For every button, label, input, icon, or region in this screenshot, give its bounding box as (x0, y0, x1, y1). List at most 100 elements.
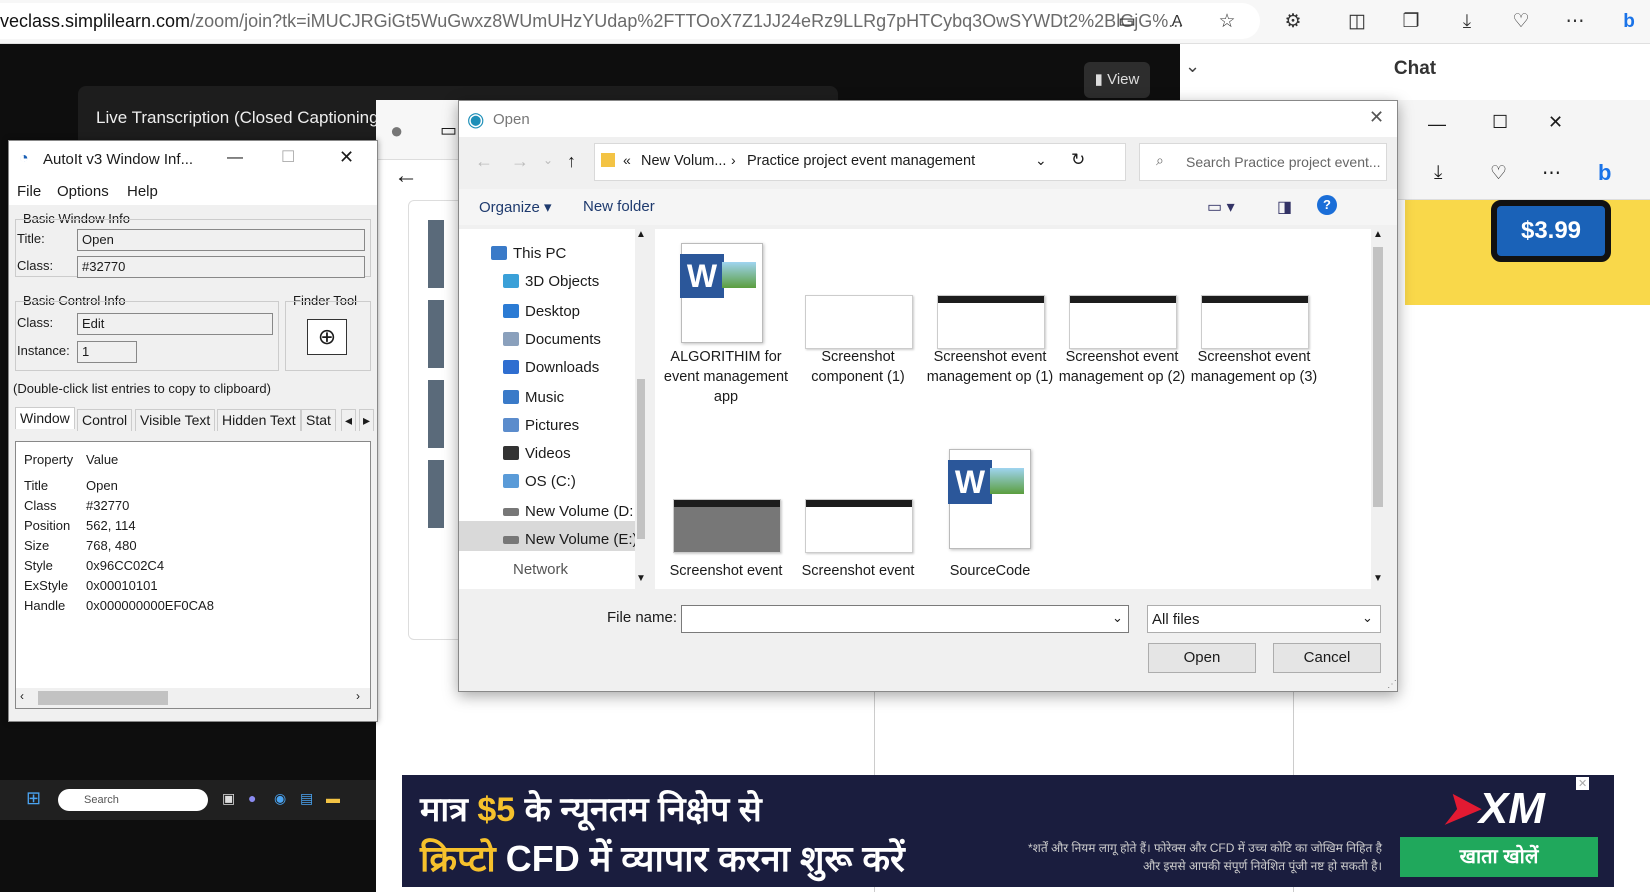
nav-item-os-c[interactable]: OS (C:) (503, 473, 576, 490)
back-arrow-icon[interactable]: ← (475, 151, 493, 172)
more-icon[interactable]: ⋯ (1558, 6, 1592, 38)
file-scrollbar[interactable]: ▲ ▼ (1371, 229, 1385, 589)
bing-icon[interactable]: b (1598, 160, 1611, 186)
instance-field[interactable]: 1 (77, 341, 137, 363)
list-item[interactable]: Handle 0x000000000EF0CA8 (24, 598, 214, 613)
taskbar-search[interactable]: Search (58, 789, 208, 811)
scroll-down-icon[interactable]: ▼ (1373, 573, 1383, 584)
search-box[interactable]: ⌕ Search Practice project event... (1139, 143, 1387, 181)
menu-options[interactable]: Options (57, 183, 109, 200)
tab-visible-text[interactable]: Visible Text (135, 409, 216, 431)
up-arrow-icon[interactable]: ↑ (567, 151, 576, 172)
downloads-icon[interactable]: ⤓ (1434, 162, 1442, 184)
ad-close-icon[interactable]: ✕ (1576, 777, 1590, 790)
menu-help[interactable]: Help (127, 183, 158, 200)
nav-item-downloads[interactable]: Downloads (503, 359, 599, 376)
forward-arrow-icon[interactable]: → (511, 151, 529, 172)
health-icon[interactable]: ♡ (1490, 162, 1507, 185)
scrollbar-thumb[interactable] (637, 379, 645, 539)
open-button[interactable]: Open (1148, 643, 1256, 673)
side-tile-2[interactable] (428, 300, 444, 368)
scroll-up-icon[interactable]: ▲ (636, 229, 646, 240)
new-folder-button[interactable]: New folder (583, 198, 655, 215)
scroll-right-icon[interactable]: › (356, 689, 360, 703)
nav-scrollbar[interactable]: ▲ ▼ (635, 229, 647, 589)
nav-item-network[interactable]: Network (459, 561, 635, 575)
store-icon[interactable]: ▤ (300, 790, 313, 807)
nav-item-new-volume-e[interactable]: New Volume (E:) (503, 531, 638, 548)
nav-item-this-pc[interactable]: This PC (491, 245, 566, 262)
chevron-down-icon[interactable]: ⌄ (1362, 610, 1373, 626)
read-aloud-icon[interactable]: A (1160, 6, 1194, 38)
preview-pane-icon[interactable]: ◨ (1277, 197, 1292, 217)
horizontal-scrollbar[interactable]: ‹ › (16, 688, 370, 708)
filename-input[interactable]: ⌄ (681, 605, 1129, 633)
scroll-down-icon[interactable]: ▼ (636, 573, 646, 584)
refresh-icon[interactable]: ↻ (1071, 150, 1085, 170)
nav-item-videos[interactable]: Videos (503, 445, 571, 462)
file-type-select[interactable]: All files ⌄ (1147, 605, 1381, 633)
nav-item-music[interactable]: Music (503, 389, 564, 406)
teams-icon[interactable]: ● (248, 790, 256, 806)
nav-item-documents[interactable]: Documents (503, 331, 601, 348)
organize-button[interactable]: Organize ▾ (479, 198, 552, 216)
minimize-icon[interactable]: — (227, 149, 243, 167)
open-account-button[interactable]: खाता खोलें (1400, 837, 1598, 877)
property-list[interactable]: Property Value Title Open Class #32770 Posi… (15, 441, 371, 709)
nav-item-pictures[interactable]: Pictures (503, 417, 579, 434)
scrollbar-thumb[interactable] (1373, 247, 1383, 507)
maximize-icon[interactable]: ☐ (281, 147, 295, 167)
maximize-icon[interactable]: ☐ (1492, 112, 1508, 133)
back-arrow-icon[interactable]: ← (394, 162, 418, 190)
tab-hidden-text[interactable]: Hidden Text (217, 409, 301, 431)
collections-icon[interactable]: ❐ (1394, 6, 1428, 38)
edge-icon[interactable]: ◉ (274, 790, 286, 807)
scroll-up-icon[interactable]: ▲ (1373, 229, 1383, 240)
tab-stat[interactable]: Stat (301, 409, 336, 431)
close-icon[interactable]: ✕ (1548, 112, 1563, 133)
help-icon[interactable]: ? (1317, 195, 1337, 215)
minimize-icon[interactable]: — (1428, 114, 1446, 135)
finder-crosshair-icon[interactable]: ⊕ (307, 319, 347, 355)
windows-start-icon[interactable]: ⊞ (26, 788, 41, 809)
scrollbar-thumb[interactable] (38, 691, 168, 705)
price-ad[interactable]: $3.99 (1405, 200, 1650, 305)
tab-window[interactable]: Window (15, 407, 75, 429)
list-item[interactable]: Class #32770 (24, 498, 129, 513)
breadcrumb[interactable]: « New Volum... › Practice project event … (594, 143, 1126, 181)
profile-icon[interactable]: ● (390, 118, 403, 144)
menu-file[interactable]: File (17, 183, 41, 200)
breadcrumb-overflow-icon[interactable]: « (623, 152, 631, 168)
breadcrumb-item[interactable]: Practice project event management (747, 153, 975, 169)
scroll-left-icon[interactable]: ‹ (20, 689, 24, 703)
more-icon[interactable]: ⋯ (1542, 162, 1561, 185)
downloads-icon[interactable]: ⤓ (1450, 6, 1484, 38)
address-bar[interactable]: veclass.simplilearn.com/zoom/join?tk=iMU… (0, 3, 1260, 39)
bing-icon[interactable]: b (1612, 6, 1646, 38)
tab-control[interactable]: Control (77, 409, 133, 431)
resize-grip-icon[interactable]: ⋰ (1387, 679, 1397, 690)
chevron-down-icon[interactable]: ⌄ (1112, 610, 1123, 626)
camera-icon[interactable]: ▭ (1110, 6, 1144, 38)
recent-chevron-icon[interactable]: ⌄ (543, 153, 553, 167)
list-item[interactable]: ExStyle 0x00010101 (24, 578, 158, 593)
taskview-icon[interactable]: ▣ (222, 790, 235, 807)
xm-advertisement[interactable]: मात्र $5 के न्यूनतम निक्षेप से क्रिप्टो … (402, 775, 1614, 887)
view-options-icon[interactable]: ▭ ▾ (1207, 197, 1235, 217)
list-item[interactable]: Size 768, 480 (24, 538, 137, 553)
title-field[interactable]: Open (77, 229, 365, 251)
favorite-star-icon[interactable]: ☆ (1210, 6, 1244, 38)
ctrl-class-field[interactable]: Edit (77, 313, 273, 335)
tab-icon[interactable]: ▭ (440, 120, 457, 141)
cancel-button[interactable]: Cancel (1273, 643, 1381, 673)
tab-scroll-right-icon[interactable]: ▸ (359, 409, 375, 431)
breadcrumb-item[interactable]: New Volum... (641, 153, 726, 169)
nav-item-new-volume-d[interactable]: New Volume (D: (503, 503, 633, 520)
file-explorer-icon[interactable]: ▬ (326, 790, 340, 806)
side-tile-4[interactable] (428, 460, 444, 528)
tab-scroll-left-icon[interactable]: ◂ (341, 409, 357, 431)
split-screen-icon[interactable]: ◫ (1340, 6, 1374, 38)
close-icon[interactable]: ✕ (339, 147, 354, 168)
side-tile-3[interactable] (428, 380, 444, 448)
list-item[interactable]: Style 0x96CC02C4 (24, 558, 164, 573)
